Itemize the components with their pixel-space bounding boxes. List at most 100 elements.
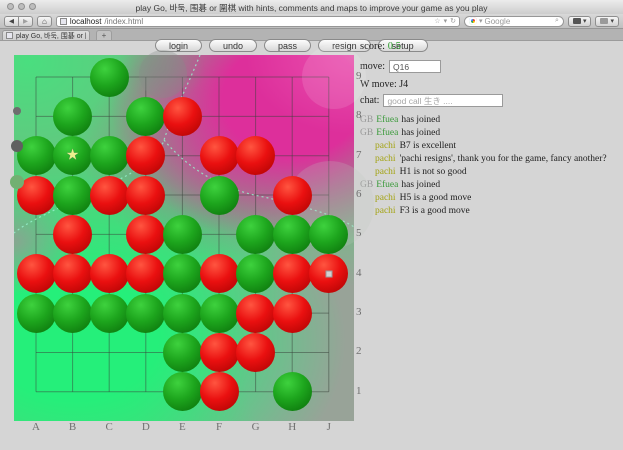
stone-D3[interactable] bbox=[126, 294, 165, 333]
url-host: localhost bbox=[70, 17, 102, 26]
stone-D5[interactable] bbox=[126, 215, 165, 254]
window-title: play Go, 바둑, 围碁 or 圍棋 with hints, commen… bbox=[0, 2, 623, 14]
move-input[interactable]: Q16 bbox=[389, 60, 441, 73]
stone-F1[interactable] bbox=[200, 372, 239, 411]
chat-row: chat: good call 生き .... bbox=[360, 94, 503, 107]
stone-B5[interactable] bbox=[53, 215, 92, 254]
toolbar-extra-button-1[interactable]: ▾ bbox=[568, 16, 592, 27]
widget-icon bbox=[600, 18, 608, 24]
tab-play-go[interactable]: play Go, 바둑, 围碁 or 圍棋 with h... bbox=[2, 30, 90, 40]
stone-G5[interactable] bbox=[236, 215, 275, 254]
stone-F4[interactable] bbox=[200, 254, 239, 293]
chat-message: pachi'pachi resigns', thank you for the … bbox=[360, 153, 620, 166]
dropdown-icon: ▾ bbox=[610, 17, 614, 25]
bookmark-star-icon[interactable]: ☆ bbox=[434, 17, 440, 25]
home-button[interactable]: ⌂ bbox=[37, 16, 52, 27]
page-favicon-icon bbox=[60, 18, 67, 25]
stone-E2[interactable] bbox=[163, 333, 202, 372]
chat-input[interactable]: good call 生き .... bbox=[383, 94, 503, 107]
url-bar[interactable]: localhost/index.html ☆ ▾ ↻ bbox=[56, 16, 460, 27]
stone-G3[interactable] bbox=[236, 294, 275, 333]
stone-G2[interactable] bbox=[236, 333, 275, 372]
stone-C6[interactable] bbox=[90, 176, 129, 215]
back-icon: ◀ bbox=[9, 17, 14, 25]
stone-G7[interactable] bbox=[236, 136, 275, 175]
col-label-H: H bbox=[284, 421, 300, 433]
reload-icon[interactable]: ↻ bbox=[450, 17, 456, 25]
browser-window: play Go, 바둑, 围碁 or 圍棋 with hints, commen… bbox=[0, 0, 623, 450]
stone-C9[interactable] bbox=[90, 58, 129, 97]
row-label-5: 5 bbox=[356, 227, 368, 239]
chat-message: pachiH1 is not so good bbox=[360, 166, 620, 179]
indicator-dot-3 bbox=[10, 175, 24, 189]
stone-H5[interactable] bbox=[273, 215, 312, 254]
chat-message: pachiH5 is a good move bbox=[360, 192, 620, 205]
indicator-dot-2 bbox=[11, 140, 23, 152]
col-label-B: B bbox=[65, 421, 81, 433]
stone-B3[interactable] bbox=[53, 294, 92, 333]
url-path: /index.html bbox=[104, 17, 143, 26]
stone-A4[interactable] bbox=[17, 254, 56, 293]
tab-favicon-icon bbox=[6, 32, 13, 39]
stone-J5[interactable] bbox=[309, 215, 348, 254]
stone-C7[interactable] bbox=[90, 136, 129, 175]
score-label: score: bbox=[360, 41, 385, 52]
col-label-F: F bbox=[211, 421, 227, 433]
stone-C3[interactable] bbox=[90, 294, 129, 333]
stone-E8[interactable] bbox=[163, 97, 202, 136]
stone-H1[interactable] bbox=[273, 372, 312, 411]
star-marker-B7: ★ bbox=[66, 145, 79, 163]
stone-C4[interactable] bbox=[90, 254, 129, 293]
row-label-6: 6 bbox=[356, 188, 368, 200]
back-button[interactable]: ◀ bbox=[4, 16, 19, 27]
score-value: 0.5 bbox=[388, 41, 401, 52]
stone-F3[interactable] bbox=[200, 294, 239, 333]
url-dropdown-icon[interactable]: ▾ bbox=[444, 17, 448, 25]
influence-bubble bbox=[139, 50, 187, 98]
col-label-D: D bbox=[138, 421, 154, 433]
search-icon[interactable]: ⌕ bbox=[555, 17, 559, 25]
search-engine-dropdown-icon[interactable]: ▾ bbox=[479, 17, 483, 25]
stone-D6[interactable] bbox=[126, 176, 165, 215]
indicator-dot-1 bbox=[13, 107, 21, 115]
google-logo-icon bbox=[469, 17, 477, 25]
undo-button[interactable]: undo bbox=[209, 39, 257, 52]
row-label-1: 1 bbox=[356, 385, 368, 397]
goban[interactable]: ★ bbox=[14, 55, 354, 421]
stone-H3[interactable] bbox=[273, 294, 312, 333]
panel-icon bbox=[573, 18, 581, 24]
chat-message: GBEfueahas joined bbox=[360, 127, 620, 140]
move-row: move: Q16 bbox=[360, 60, 441, 73]
score-line: score: 0.5 bbox=[360, 41, 401, 52]
row-label-3: 3 bbox=[356, 306, 368, 318]
stone-E5[interactable] bbox=[163, 215, 202, 254]
toolbar-extra-button-2[interactable]: ▾ bbox=[595, 16, 619, 27]
window-titlebar: play Go, 바둑, 围碁 or 圍棋 with hints, commen… bbox=[0, 0, 623, 15]
stone-H6[interactable] bbox=[273, 176, 312, 215]
row-label-9: 9 bbox=[356, 70, 368, 82]
stone-D8[interactable] bbox=[126, 97, 165, 136]
stone-F6[interactable] bbox=[200, 176, 239, 215]
stone-B8[interactable] bbox=[53, 97, 92, 136]
stone-B6[interactable] bbox=[53, 176, 92, 215]
dropdown-icon: ▾ bbox=[583, 17, 587, 25]
stone-E4[interactable] bbox=[163, 254, 202, 293]
col-label-G: G bbox=[248, 421, 264, 433]
stone-A7[interactable] bbox=[17, 136, 56, 175]
stone-A3[interactable] bbox=[17, 294, 56, 333]
forward-button[interactable]: ▶ bbox=[19, 16, 33, 27]
search-placeholder: Google bbox=[484, 17, 510, 26]
stone-E3[interactable] bbox=[163, 294, 202, 333]
square-marker-J4 bbox=[325, 270, 332, 277]
search-box[interactable]: ▾ Google ⌕ bbox=[464, 16, 564, 27]
new-tab-button[interactable]: + bbox=[96, 30, 112, 40]
chat-message: pachiF3 is a good move bbox=[360, 205, 620, 218]
chat-log: GBEfueahas joinedGBEfueahas joinedpachiB… bbox=[360, 114, 620, 218]
forward-icon: ▶ bbox=[23, 17, 28, 25]
stone-F7[interactable] bbox=[200, 136, 239, 175]
stone-E1[interactable] bbox=[163, 372, 202, 411]
pass-button[interactable]: pass bbox=[264, 39, 311, 52]
stone-F2[interactable] bbox=[200, 333, 239, 372]
chat-message: pachiB7 is excellent bbox=[360, 140, 620, 153]
stone-H4[interactable] bbox=[273, 254, 312, 293]
